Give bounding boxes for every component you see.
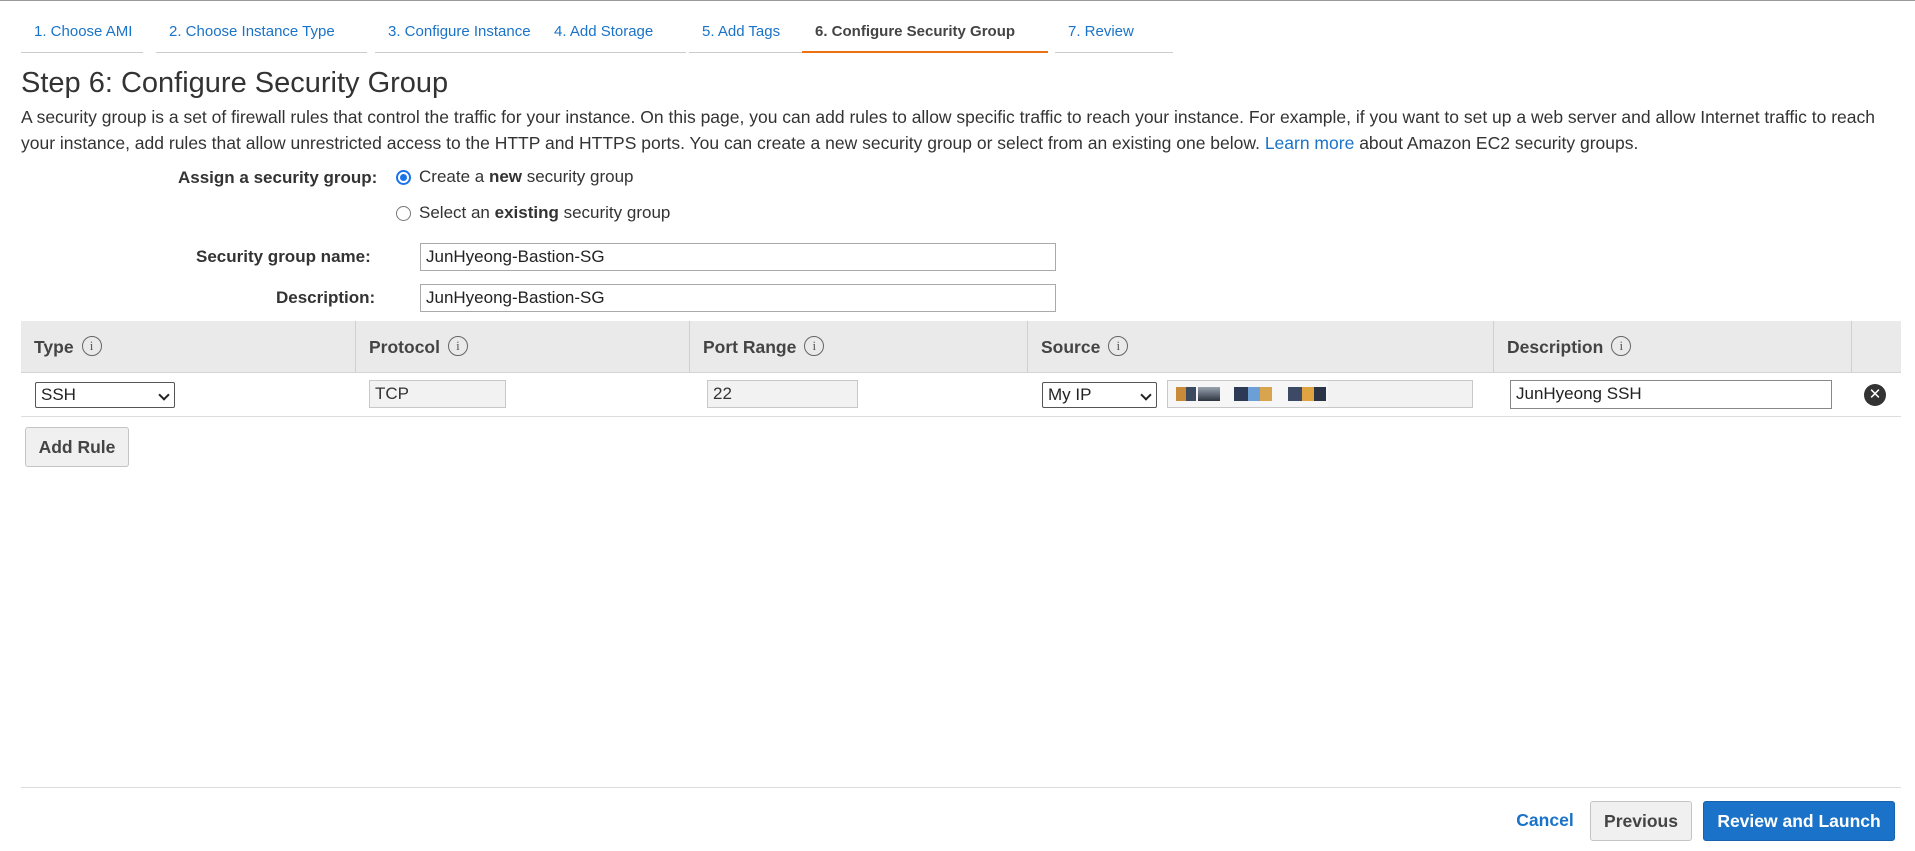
redaction-block bbox=[1288, 387, 1302, 401]
info-icon[interactable]: i bbox=[447, 336, 468, 357]
add-rule-button[interactable]: Add Rule bbox=[25, 427, 129, 467]
rule-description-input[interactable]: JunHyeong SSH bbox=[1510, 380, 1832, 409]
previous-button[interactable]: Previous bbox=[1590, 801, 1692, 841]
select-existing-sg-radio[interactable] bbox=[396, 205, 411, 221]
description-input[interactable]: JunHyeong-Bastion-SG bbox=[420, 284, 1056, 312]
option-suffix: security group bbox=[558, 203, 671, 222]
select-existing-sg-label: Select an existing security group bbox=[419, 203, 670, 223]
wizard-step-choose-ami[interactable]: 1. Choose AMI bbox=[21, 11, 143, 53]
redaction-block bbox=[1186, 387, 1196, 401]
rule-source-value: My IP bbox=[1048, 385, 1092, 404]
column-label: Protocol bbox=[369, 337, 440, 357]
option-prefix: Select an bbox=[419, 203, 495, 222]
rule-source-select[interactable]: My IP bbox=[1042, 382, 1157, 408]
create-new-sg-radio[interactable] bbox=[396, 169, 411, 185]
learn-more-link[interactable]: Learn more bbox=[1265, 133, 1355, 153]
rule-type-value: SSH bbox=[41, 385, 76, 404]
column-label: Source bbox=[1041, 337, 1101, 357]
wizard-step-configure-security-group[interactable]: 6. Configure Security Group bbox=[802, 11, 1048, 53]
info-icon[interactable]: i bbox=[1108, 336, 1129, 357]
chevron-down-icon bbox=[1140, 389, 1152, 401]
info-icon[interactable]: i bbox=[81, 336, 102, 357]
option-prefix: Create a bbox=[419, 167, 489, 186]
redaction-block bbox=[1328, 381, 1472, 407]
security-group-name-input[interactable]: JunHyeong-Bastion-SG bbox=[420, 243, 1056, 271]
column-header-protocol: Protocol i bbox=[355, 321, 689, 373]
column-label: Type bbox=[34, 337, 74, 357]
footer-divider bbox=[21, 787, 1901, 788]
info-icon[interactable]: i bbox=[804, 336, 825, 357]
chevron-down-icon bbox=[158, 389, 170, 401]
rule-type-select[interactable]: SSH bbox=[35, 382, 175, 408]
rule-protocol-field: TCP bbox=[369, 380, 506, 408]
column-header-port-range: Port Range i bbox=[689, 321, 1027, 373]
redaction-block bbox=[1234, 387, 1248, 401]
info-icon[interactable]: i bbox=[1611, 336, 1632, 357]
rules-table-header: Type i Protocol i Port Range i Source i Desc… bbox=[21, 321, 1901, 373]
source-ip-field-redacted[interactable] bbox=[1167, 380, 1473, 408]
wizard-step-add-storage[interactable]: 4. Add Storage bbox=[541, 11, 686, 53]
wizard-step-choose-instance-type[interactable]: 2. Choose Instance Type bbox=[156, 11, 367, 53]
description-label: Description: bbox=[276, 288, 376, 307]
redaction-block bbox=[1314, 387, 1326, 401]
create-new-sg-option[interactable]: Create a new security group bbox=[396, 167, 634, 187]
column-header-type: Type i bbox=[21, 321, 355, 373]
redaction-block bbox=[1248, 387, 1260, 401]
column-header-source: Source i bbox=[1027, 321, 1493, 373]
redaction-block bbox=[1198, 387, 1220, 401]
security-group-name-label: Security group name: bbox=[196, 247, 371, 266]
page-title: Step 6: Configure Security Group bbox=[21, 67, 449, 99]
rule-port-range-field[interactable]: 22 bbox=[707, 380, 858, 408]
remove-rule-icon[interactable]: ✕ bbox=[1864, 384, 1886, 406]
column-label: Port Range bbox=[703, 337, 797, 357]
table-row: SSH TCP 22 My IP JunHyeong SSH ✕ bbox=[21, 373, 1901, 417]
select-existing-sg-option[interactable]: Select an existing security group bbox=[396, 203, 670, 223]
column-header-description: Description i bbox=[1493, 321, 1851, 373]
option-bold: existing bbox=[494, 203, 559, 222]
wizard-step-review[interactable]: 7. Review bbox=[1055, 11, 1173, 53]
redaction-block bbox=[1302, 387, 1314, 401]
intro-suffix: about Amazon EC2 security groups. bbox=[1359, 133, 1639, 153]
option-suffix: security group bbox=[522, 167, 634, 186]
redaction-block bbox=[1260, 387, 1272, 401]
column-label: Description bbox=[1507, 337, 1604, 357]
review-and-launch-button[interactable]: Review and Launch bbox=[1703, 801, 1895, 841]
wizard-step-add-tags[interactable]: 5. Add Tags bbox=[689, 11, 808, 53]
create-new-sg-label: Create a new security group bbox=[419, 167, 634, 187]
wizard-step-configure-instance[interactable]: 3. Configure Instance bbox=[375, 11, 548, 53]
option-bold: new bbox=[488, 167, 522, 186]
intro-paragraph: A security group is a set of firewall ru… bbox=[21, 104, 1901, 156]
column-header-actions bbox=[1851, 321, 1901, 373]
assign-security-group-label: Assign a security group: bbox=[178, 168, 378, 187]
redaction-block bbox=[1176, 387, 1186, 401]
cancel-button[interactable]: Cancel bbox=[1505, 801, 1585, 841]
